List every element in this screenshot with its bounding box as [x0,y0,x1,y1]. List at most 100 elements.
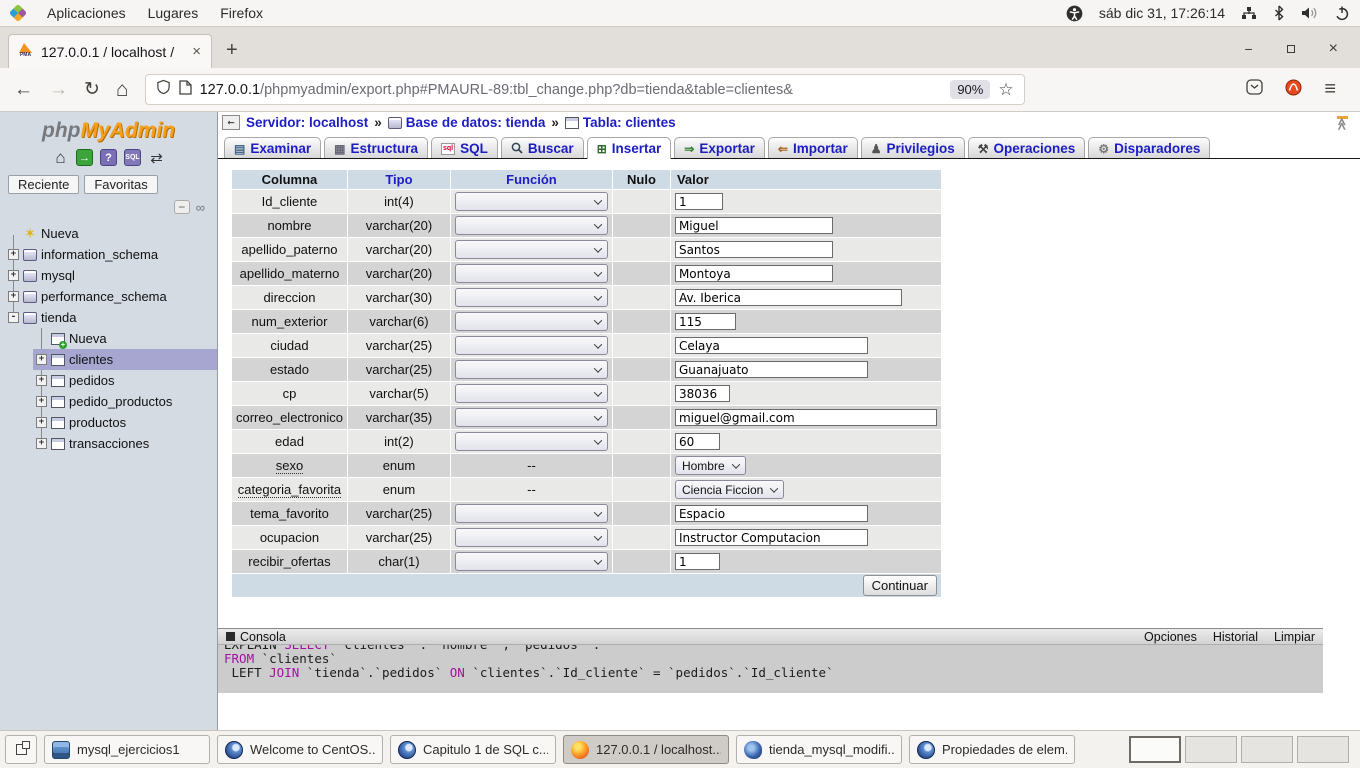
pma-logout-icon[interactable]: → [76,149,93,166]
workspace-2[interactable] [1185,736,1237,763]
tree-item-nueva[interactable]: Nueva [0,328,217,349]
function-select[interactable] [455,216,608,235]
function-select[interactable] [455,408,608,427]
show-desktop-button[interactable] [5,735,37,764]
tree-item-pedido_productos[interactable]: +pedido_productos [0,391,217,412]
value-input-Id_cliente[interactable] [675,193,723,210]
top-menu-firefox[interactable]: Firefox [209,5,274,21]
value-input-tema_favorito[interactable] [675,505,868,522]
accessibility-icon[interactable] [1066,5,1083,22]
breadcrumb-item[interactable]: Tabla: clientes [565,115,676,130]
console-link-historial[interactable]: Historial [1213,630,1258,644]
expand-icon[interactable]: + [8,270,19,281]
pma-sql-icon[interactable]: SQL [124,149,141,166]
workspace-3[interactable] [1241,736,1293,763]
collapse-all-icon[interactable]: − [174,200,190,214]
menu-icon[interactable]: ≡ [1324,78,1336,101]
console-header[interactable]: Consola OpcionesHistorialLimpiar [218,628,1323,645]
tab-exportar[interactable]: ⇒Exportar [674,137,765,158]
top-menu-lugares[interactable]: Lugares [137,5,210,21]
function-select[interactable] [455,312,608,331]
bluetooth-icon[interactable] [1273,5,1285,21]
console-sql-area[interactable]: EXPLAIN SELECT `clientes` . `nombre` , `… [218,645,1323,693]
scroll-to-top-icon[interactable]: ≪ [1334,116,1350,129]
console-link-opciones[interactable]: Opciones [1144,630,1197,644]
pma-logo[interactable]: phpMyAdmin [0,117,217,146]
browser-tab[interactable]: PMA 127.0.0.1 / localhost / × [8,34,212,68]
value-select-categoria_favorita[interactable]: Ciencia Ficcion [675,480,784,499]
function-select[interactable] [455,264,608,283]
network-icon[interactable] [1241,5,1257,21]
function-select[interactable] [455,528,608,547]
value-input-ocupacion[interactable] [675,529,868,546]
tab-estructura[interactable]: ▦Estructura [324,137,428,158]
tree-item-nueva[interactable]: ✶Nueva [0,223,217,244]
page-info-icon[interactable] [179,80,192,100]
function-select[interactable] [455,552,608,571]
value-input-correo_electronico[interactable] [675,409,937,426]
tree-item-pedidos[interactable]: +pedidos [0,370,217,391]
tab-sql[interactable]: sqlSQL [431,137,498,158]
expand-icon[interactable]: + [36,438,47,449]
value-input-direccion[interactable] [675,289,902,306]
pma-refresh-icon[interactable]: ⇄ [148,149,165,166]
extension-icon[interactable] [1285,79,1302,101]
tree-item-transacciones[interactable]: +transacciones [0,433,217,454]
forward-icon[interactable]: → [49,79,68,101]
tab-insertar[interactable]: ⊞Insertar [587,137,672,159]
continuar-button[interactable]: Continuar [863,575,937,596]
tab-disparadores[interactable]: ⚙Disparadores [1088,137,1210,158]
function-select[interactable] [455,384,608,403]
tree-item-tienda[interactable]: -tienda [0,307,217,328]
pma-back-icon[interactable]: ← [222,115,240,130]
pma-home-icon[interactable]: ⌂ [52,149,69,166]
value-input-apellido_materno[interactable] [675,265,833,282]
clock[interactable]: sáb dic 31, 17:26:14 [1099,5,1225,21]
taskbar-window-button[interactable]: Propiedades de elem... [909,735,1075,764]
value-input-recibir_ofertas[interactable] [675,553,720,570]
value-input-cp[interactable] [675,385,730,402]
tab-operaciones[interactable]: ⚒Operaciones [968,137,1086,158]
workspace-1[interactable] [1129,736,1181,763]
expand-icon[interactable]: + [8,291,19,302]
window-maximize-icon[interactable] [1287,45,1295,53]
value-input-nombre[interactable] [675,217,833,234]
centos-logo-icon[interactable] [9,4,27,22]
tree-item-productos[interactable]: +productos [0,412,217,433]
tree-item-performance_schema[interactable]: +performance_schema [0,286,217,307]
tab-buscar[interactable]: Buscar [501,137,584,158]
column-header-tipo[interactable]: Tipo [347,170,450,190]
new-tab-button[interactable]: + [212,39,252,68]
function-select[interactable] [455,504,608,523]
expand-icon[interactable]: + [8,249,19,260]
expand-icon[interactable]: + [36,375,47,386]
value-input-ciudad[interactable] [675,337,868,354]
console-link-limpiar[interactable]: Limpiar [1274,630,1315,644]
taskbar-window-button[interactable]: Welcome to CentOS... [217,735,383,764]
expand-icon[interactable]: + [36,396,47,407]
pocket-icon[interactable] [1246,79,1263,100]
volume-icon[interactable] [1301,5,1318,21]
bookmark-star-icon[interactable]: ☆ [998,80,1013,100]
power-icon[interactable] [1334,5,1350,21]
function-select[interactable] [455,192,608,211]
function-select[interactable] [455,240,608,259]
value-input-edad[interactable] [675,433,720,450]
window-minimize-icon[interactable]: − [1244,41,1252,57]
url-bar[interactable]: 127.0.0.1/phpmyadmin/export.php#PMAURL-8… [145,74,1025,105]
value-input-estado[interactable] [675,361,868,378]
back-icon[interactable]: ← [14,79,33,101]
value-input-apellido_paterno[interactable] [675,241,833,258]
value-select-sexo[interactable]: Hombre [675,456,746,475]
sidebar-tab-reciente[interactable]: Reciente [8,175,79,194]
sidebar-tab-favoritas[interactable]: Favoritas [84,175,157,194]
value-input-num_exterior[interactable] [675,313,736,330]
function-select[interactable] [455,432,608,451]
reload-icon[interactable]: ↻ [84,78,100,101]
taskbar-window-button[interactable]: tienda_mysql_modifi... [736,735,902,764]
tree-item-mysql[interactable]: +mysql [0,265,217,286]
tab-importar[interactable]: ⇐Importar [768,137,858,158]
taskbar-window-button[interactable]: mysql_ejercicios1 [44,735,210,764]
link-with-main-icon[interactable]: ∞ [196,200,205,215]
function-select[interactable] [455,360,608,379]
